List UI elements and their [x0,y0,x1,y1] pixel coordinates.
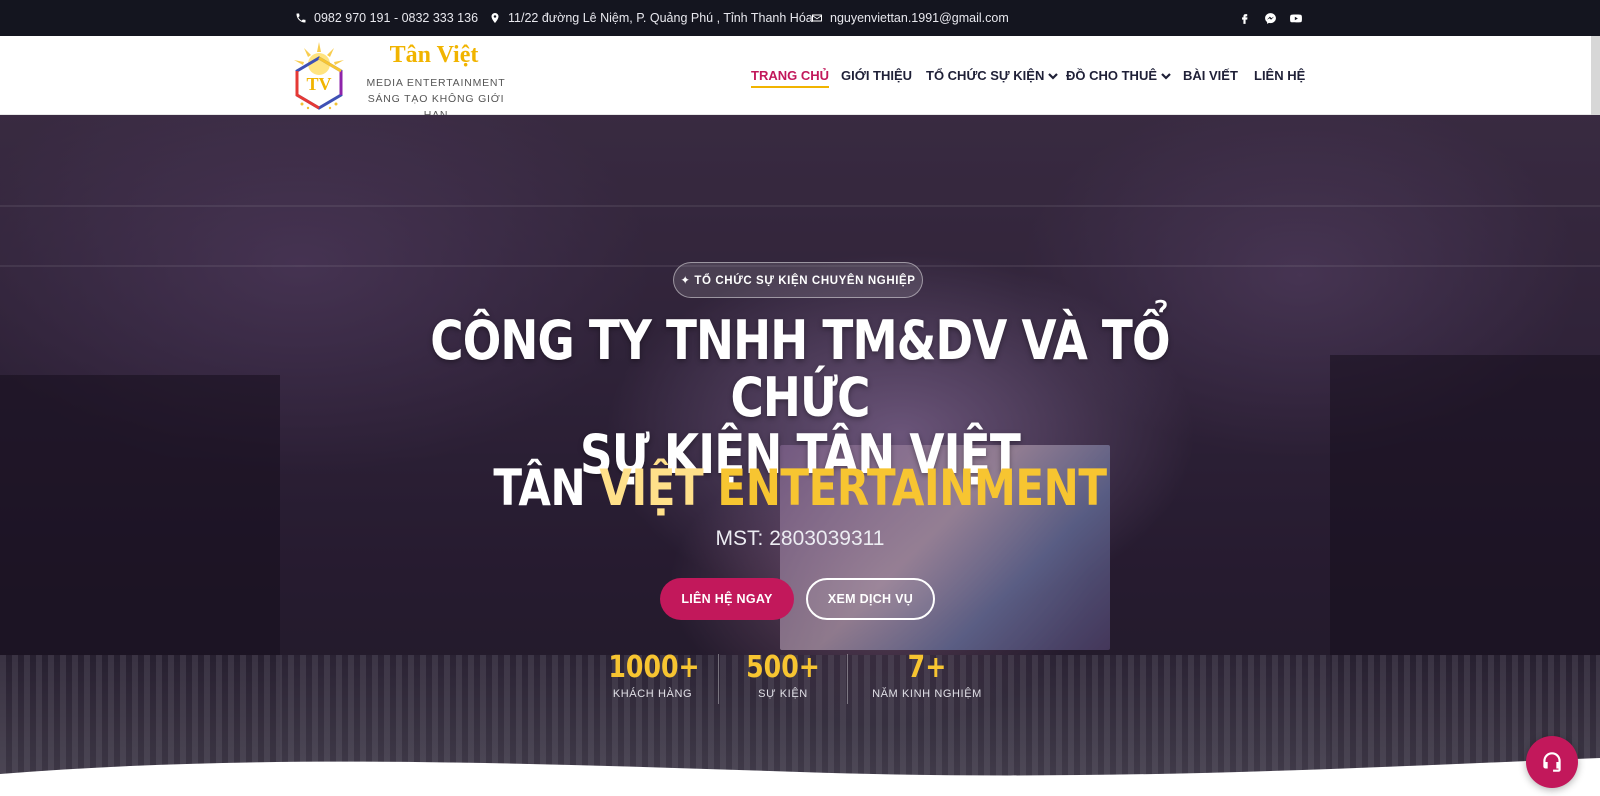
support-chat-button[interactable] [1526,736,1578,788]
hero-title: CÔNG TY TNHH TM&DV VÀ TỔ CHỨC SỰ KIỆN TÂ… [380,312,1220,483]
stat-experience: 7+ NĂM KINH NGHIỆM [862,650,992,700]
envelope-icon [812,14,822,22]
hero-subtitle-part2: VIỆT [599,459,718,517]
view-services-button[interactable]: XEM DỊCH VỤ [806,578,935,620]
nav-item-rentals[interactable]: ĐỒ CHO THUÊ [1066,68,1171,83]
logo[interactable]: TV [286,40,352,112]
email-text: nguyenviettan.1991@gmail.com [830,11,1009,25]
brand-name[interactable]: Tân Việt [384,42,484,69]
youtube-icon[interactable] [1289,11,1303,25]
nav-item-about[interactable]: GIỚI THIỆU [841,68,912,83]
email-info[interactable]: nguyenviettan.1991@gmail.com [811,0,1009,36]
stat-label: SỰ KIỆN [758,688,808,700]
nav-item-contact[interactable]: LIÊN HỆ [1254,68,1305,83]
nav-item-events[interactable]: TỔ CHỨC SỰ KIỆN [926,68,1059,83]
stat-value: 500+ [746,650,820,685]
stat-value: 7+ [907,650,947,685]
brand-subtitle: MEDIA ENTERTAINMENT [366,77,506,89]
hero-subtitle-part3: ENTERTAINMENT [717,459,1107,517]
messenger-icon[interactable] [1263,11,1277,25]
address-info: 11/22 đường Lê Niệm, P. Quảng Phú , Tỉnh… [489,0,813,36]
facebook-icon[interactable] [1237,11,1251,25]
nav-label-posts: BÀI VIẾT [1183,68,1238,83]
headset-icon [1543,752,1561,772]
chevron-down-icon [1161,72,1171,80]
main-header: TV Tân Việt MEDIA ENTERTAINMENT SÁNG TẠO… [0,36,1600,121]
chevron-down-icon [1048,72,1059,80]
nav-label-home: TRANG CHỦ [751,68,829,83]
nav-item-home[interactable]: TRANG CHỦ [751,68,829,88]
top-bar: 0982 970 191 - 0832 333 136 11/22 đường … [0,0,1600,36]
stat-customers: 1000+ KHÁCH HÀNG [600,650,705,700]
nav-label-rentals: ĐỒ CHO THUÊ [1066,68,1157,83]
phone-text: 0982 970 191 - 0832 333 136 [314,11,479,25]
hero-subtitle: TÂN VIỆT ENTERTAINMENT [464,460,1136,516]
hero-subtitle-part1: TÂN [493,459,600,517]
logo-emblem-icon: TV [294,42,344,110]
phone-info[interactable]: 0982 970 191 - 0832 333 136 [295,0,478,36]
address-text: 11/22 đường Lê Niệm, P. Quảng Phú , Tỉnh… [508,11,813,25]
stat-label: KHÁCH HÀNG [612,688,693,700]
nav-label-contact: LIÊN HỆ [1254,68,1306,83]
stat-divider [847,654,848,704]
nav-label-events: TỔ CHỨC SỰ KIỆN [926,68,1045,83]
stat-label: NĂM KINH NGHIỆM [872,688,982,700]
map-pin-icon [491,13,499,23]
tax-code: MST: 2803039311 [715,527,885,550]
stat-divider [718,654,719,704]
nav-label-about: GIỚI THIỆU [841,68,913,83]
stat-value: 1000+ [608,650,700,685]
hero-wave-divider [0,758,1600,796]
contact-now-button[interactable]: LIÊN HỆ NGAY [660,578,794,620]
hero-badge: ✦ TỔ CHỨC SỰ KIỆN CHUYÊN NGHIỆP [673,262,923,298]
logo-letters: TV [306,74,331,94]
hero-title-line1: CÔNG TY TNHH TM&DV VÀ TỔ CHỨC [430,309,1170,429]
social-links [1237,0,1303,36]
scrollbar-track[interactable] [1591,36,1600,115]
stat-events: 500+ SỰ KIỆN [733,650,833,700]
nav-item-posts[interactable]: BÀI VIẾT [1183,68,1238,83]
phone-icon [296,13,306,23]
